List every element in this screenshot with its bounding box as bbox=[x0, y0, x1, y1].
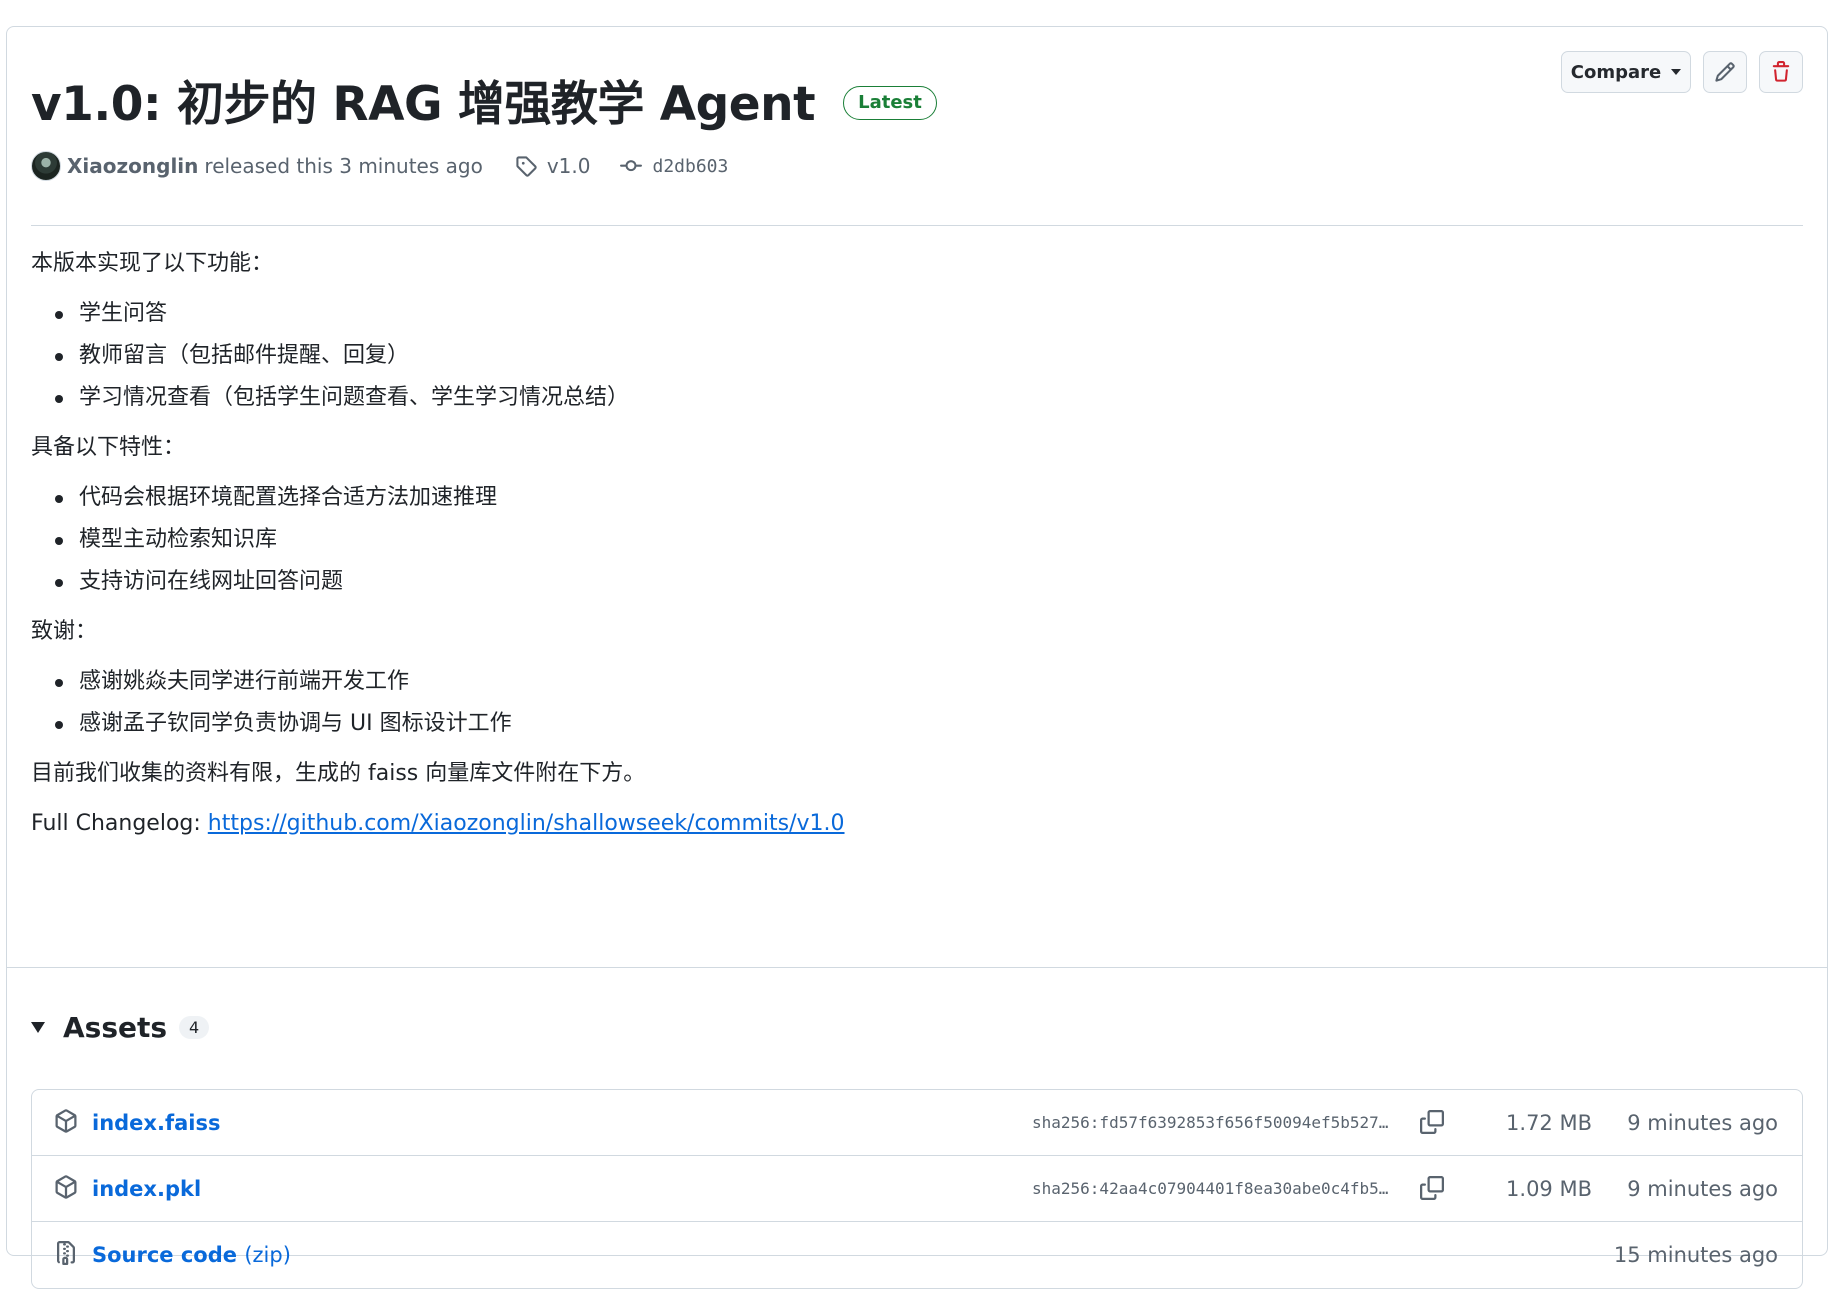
traits-heading: 具备以下特性： bbox=[31, 435, 186, 460]
assets-toggle[interactable]: Assets 4 bbox=[31, 1011, 210, 1044]
asset-ext: (zip) bbox=[244, 1243, 291, 1267]
asset-row-index-pkl: index.pkl sha256:42aa4c07904401f8ea30abe… bbox=[32, 1156, 1802, 1222]
git-commit-icon bbox=[620, 160, 643, 172]
compare-label: Compare bbox=[1570, 61, 1662, 83]
changelog-label: Full Changelog: bbox=[31, 811, 208, 836]
triangle-down-icon bbox=[31, 1022, 45, 1033]
traits-list: 代码会根据环境配置选择合适方法加速推理 模型主动检索知识库 支持访问在线网址回答… bbox=[31, 483, 1803, 597]
note-text: 目前我们收集的资料有限，生成的 faiss 向量库文件附在下方。 bbox=[31, 761, 646, 786]
compare-button[interactable]: Compare bbox=[1561, 51, 1691, 93]
avatar[interactable] bbox=[31, 151, 61, 181]
released-text: released this 3 minutes ago bbox=[204, 154, 483, 178]
list-item: 感谢姚焱夫同学进行前端开发工作 bbox=[31, 667, 1803, 697]
tag-label: v1.0 bbox=[546, 154, 591, 178]
release-title[interactable]: v1.0: 初步的 RAG 增强教学 Agent bbox=[31, 65, 816, 134]
delete-button[interactable] bbox=[1759, 51, 1803, 93]
features-list: 学生问答 教师留言（包括邮件提醒、回复） 学习情况查看（包括学生问题查看、学生学… bbox=[31, 299, 1803, 413]
latest-badge: Latest bbox=[843, 85, 937, 120]
asset-link[interactable]: index.faiss bbox=[92, 1111, 220, 1135]
list-item: 支持访问在线网址回答问题 bbox=[31, 567, 1803, 597]
asset-link[interactable]: index.pkl bbox=[92, 1177, 201, 1201]
release-meta: Xiaozonglin released this 3 minutes ago … bbox=[31, 151, 728, 181]
asset-row-index-faiss: index.faiss sha256:fd57f6392853f656f5009… bbox=[32, 1090, 1802, 1156]
asset-time: 9 minutes ago bbox=[1627, 1176, 1778, 1201]
asset-time: 15 minutes ago bbox=[1613, 1243, 1778, 1267]
release-notes: 本版本实现了以下功能： 学生问答 教师留言（包括邮件提醒、回复） 学习情况查看（… bbox=[31, 249, 1803, 859]
asset-time: 9 minutes ago bbox=[1627, 1110, 1778, 1135]
assets-title: Assets bbox=[63, 1011, 168, 1044]
file-zip-icon bbox=[57, 1241, 75, 1265]
edit-button[interactable] bbox=[1703, 51, 1747, 93]
trash-icon bbox=[1772, 61, 1790, 82]
asset-sha: sha256:42aa4c07904401f8ea30abe0c4fb5… bbox=[1032, 1179, 1389, 1198]
list-item: 感谢孟子钦同学负责协调与 UI 图标设计工作 bbox=[31, 709, 1803, 739]
copy-icon[interactable] bbox=[1420, 1110, 1444, 1134]
header-divider bbox=[31, 225, 1803, 226]
package-icon bbox=[55, 1175, 77, 1199]
asset-row-source-zip: Source code (zip) 15 minutes ago bbox=[32, 1222, 1802, 1288]
assets-list: index.faiss sha256:fd57f6392853f656f5009… bbox=[31, 1089, 1803, 1289]
caret-down-icon bbox=[1671, 69, 1682, 75]
pencil-icon bbox=[1715, 62, 1735, 82]
changelog-line: Full Changelog: https://github.com/Xiaoz… bbox=[31, 809, 1803, 839]
asset-link[interactable]: Source code (zip) bbox=[92, 1243, 291, 1267]
changelog-link[interactable]: https://github.com/Xiaozonglin/shallowse… bbox=[208, 811, 845, 836]
author-link[interactable]: Xiaozonglin bbox=[67, 154, 198, 178]
thanks-list: 感谢姚焱夫同学进行前端开发工作 感谢孟子钦同学负责协调与 UI 图标设计工作 bbox=[31, 667, 1803, 739]
tag-link[interactable]: v1.0 bbox=[515, 154, 591, 178]
list-item: 学生问答 bbox=[31, 299, 1803, 329]
title-row: v1.0: 初步的 RAG 增强教学 Agent Latest bbox=[31, 65, 937, 134]
asset-name-text: Source code bbox=[92, 1243, 238, 1267]
asset-size: 1.72 MB bbox=[1506, 1110, 1592, 1135]
release-card: v1.0: 初步的 RAG 增强教学 Agent Latest Compare … bbox=[6, 26, 1828, 1289]
thanks-heading: 致谢： bbox=[31, 619, 98, 644]
assets-divider bbox=[7, 967, 1827, 968]
asset-sha: sha256:fd57f6392853f656f50094ef5b527… bbox=[1032, 1113, 1389, 1132]
list-item: 模型主动检索知识库 bbox=[31, 525, 1803, 555]
tag-icon bbox=[516, 156, 537, 177]
package-icon bbox=[55, 1109, 77, 1133]
copy-icon[interactable] bbox=[1420, 1176, 1444, 1200]
list-item: 学习情况查看（包括学生问题查看、学生学习情况总结） bbox=[31, 383, 1803, 413]
assets-count: 4 bbox=[179, 1016, 210, 1039]
asset-size: 1.09 MB bbox=[1506, 1176, 1592, 1201]
list-item: 教师留言（包括邮件提醒、回复） bbox=[31, 341, 1803, 371]
intro-text: 本版本实现了以下功能： bbox=[31, 251, 274, 276]
list-item: 代码会根据环境配置选择合适方法加速推理 bbox=[31, 483, 1803, 513]
commit-sha: d2db603 bbox=[652, 155, 729, 177]
release-actions: Compare bbox=[1561, 51, 1803, 93]
commit-link[interactable]: d2db603 bbox=[620, 155, 728, 177]
